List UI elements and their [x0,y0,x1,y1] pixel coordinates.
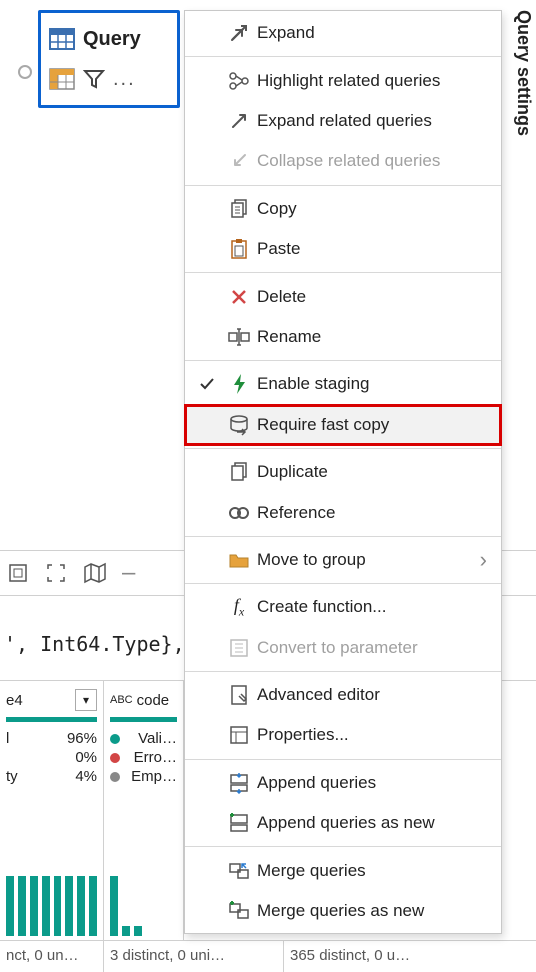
fit-screen-icon[interactable] [44,561,68,585]
node-input-port[interactable] [18,65,32,79]
query-settings-label[interactable]: Query settings [513,10,534,136]
merge-new-icon [221,900,257,922]
column-dropdown[interactable]: ▾ [75,689,97,711]
menu-copy[interactable]: Copy [185,189,501,229]
paste-icon [221,238,257,260]
folder-icon [221,551,257,569]
append-icon [221,772,257,794]
toolbar-icon-1[interactable] [6,561,30,585]
reference-icon [221,505,257,521]
histogram [6,866,97,936]
distinct-footer: nct, 0 un… 3 distinct, 0 uni… 365 distin… [0,940,536,972]
bolt-icon [221,373,257,395]
menu-advanced-editor[interactable]: Advanced editor [185,675,501,715]
delete-icon [221,287,257,307]
distinct-2: 3 distinct, 0 uni… [104,941,284,972]
expand-related-icon [221,111,257,131]
menu-append-queries[interactable]: Append queries [185,763,501,803]
quality-bar [6,717,97,722]
menu-merge-queries-as-new[interactable]: Merge queries as new [185,891,501,931]
append-new-icon [221,812,257,834]
distinct-1: nct, 0 un… [0,941,104,972]
expand-icon [221,23,257,43]
menu-move-to-group[interactable]: Move to group › [185,540,501,580]
histogram-2 [110,866,177,936]
menu-properties[interactable]: Properties... [185,715,501,755]
col-header-1: e4 [6,692,71,709]
ellipsis[interactable]: ... [113,68,136,91]
merge-icon [221,860,257,882]
database-arrow-icon [221,414,257,436]
menu-append-queries-as-new[interactable]: Append queries as new [185,803,501,843]
highlight-icon [221,71,257,91]
properties-icon [221,725,257,745]
query-node[interactable]: Query ... [38,10,180,108]
rename-icon [221,327,257,347]
type-prefix: ABC [110,694,133,706]
menu-require-fast-copy[interactable]: Require fast copy [185,405,501,445]
menu-collapse-related: Collapse related queries [185,141,501,181]
fx-icon: fx [221,595,257,620]
context-menu: Expand Highlight related queries Expand … [184,10,502,934]
stats-col-1: e4 ▾ l96% 0% ty4% [0,681,104,940]
copy-icon [221,198,257,220]
separator-dash: – [122,559,135,587]
menu-convert-to-parameter: Convert to parameter [185,627,501,667]
menu-delete[interactable]: Delete [185,276,501,316]
distinct-3: 365 distinct, 0 u… [284,941,484,972]
stats-col-2: ABC code Vali… Erro… Emp… [104,681,184,940]
query-title: Query [83,28,141,51]
table-fill-icon [49,68,75,90]
duplicate-icon [221,461,257,483]
menu-create-function[interactable]: fx Create function... [185,587,501,627]
code-fragment: ', Int64.Type}, [0,632,185,656]
collapse-icon [221,151,257,171]
table-icon [49,28,75,50]
menu-reference[interactable]: Reference [185,492,501,532]
menu-expand[interactable]: Expand [185,13,501,53]
menu-duplicate[interactable]: Duplicate [185,452,501,492]
menu-paste[interactable]: Paste [185,229,501,269]
menu-merge-queries[interactable]: Merge queries [185,850,501,890]
menu-expand-related[interactable]: Expand related queries [185,101,501,141]
menu-enable-staging[interactable]: Enable staging [185,364,501,404]
filter-icon [83,68,105,90]
parameter-icon [221,638,257,658]
menu-highlight-related[interactable]: Highlight related queries [185,60,501,100]
col-header-2: code [137,692,170,709]
checkmark-icon [193,375,221,393]
quality-bar-2 [110,717,177,722]
map-icon[interactable] [82,561,108,585]
menu-rename[interactable]: Rename [185,317,501,357]
chevron-right-icon: › [480,547,487,573]
editor-icon [221,684,257,706]
